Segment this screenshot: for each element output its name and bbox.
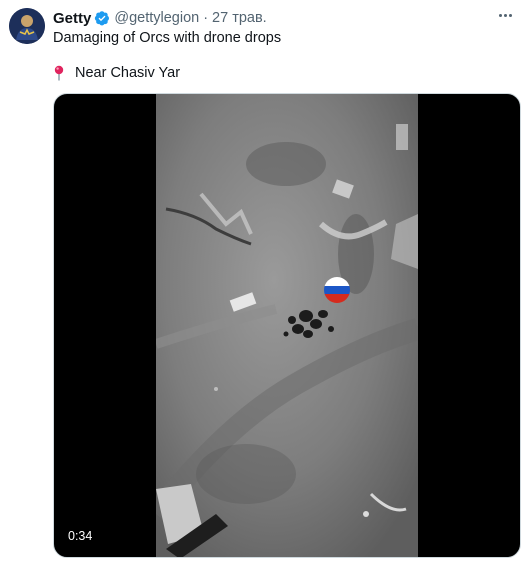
video-duration: 0:34 xyxy=(68,529,93,543)
russian-flag-icon xyxy=(324,277,350,303)
avatar[interactable] xyxy=(9,8,45,44)
video-thumbnail xyxy=(156,94,418,557)
verified-badge-icon xyxy=(94,10,110,26)
tweet[interactable]: Getty @gettylegion · 27 трав. Damaging o… xyxy=(0,0,531,566)
tweet-text-line1: Damaging of Orcs with drone drops xyxy=(53,30,282,46)
tweet-date[interactable]: 27 трав. xyxy=(212,10,267,26)
separator-dot: · xyxy=(203,10,209,26)
more-options-button[interactable] xyxy=(493,6,517,24)
tweet-header: Getty @gettylegion · 27 трав. xyxy=(53,8,267,28)
round-pushpin-icon xyxy=(53,65,65,81)
tweet-location-line: Near Chasiv Yar xyxy=(53,65,180,81)
display-name[interactable]: Getty xyxy=(53,10,91,27)
video-frame[interactable] xyxy=(156,94,418,557)
video-player[interactable]: 0:34 xyxy=(53,93,521,558)
location-text: Near Chasiv Yar xyxy=(75,65,181,81)
user-handle[interactable]: @gettylegion xyxy=(114,10,199,26)
more-options-icon xyxy=(498,13,502,17)
avatar-image xyxy=(9,8,45,44)
